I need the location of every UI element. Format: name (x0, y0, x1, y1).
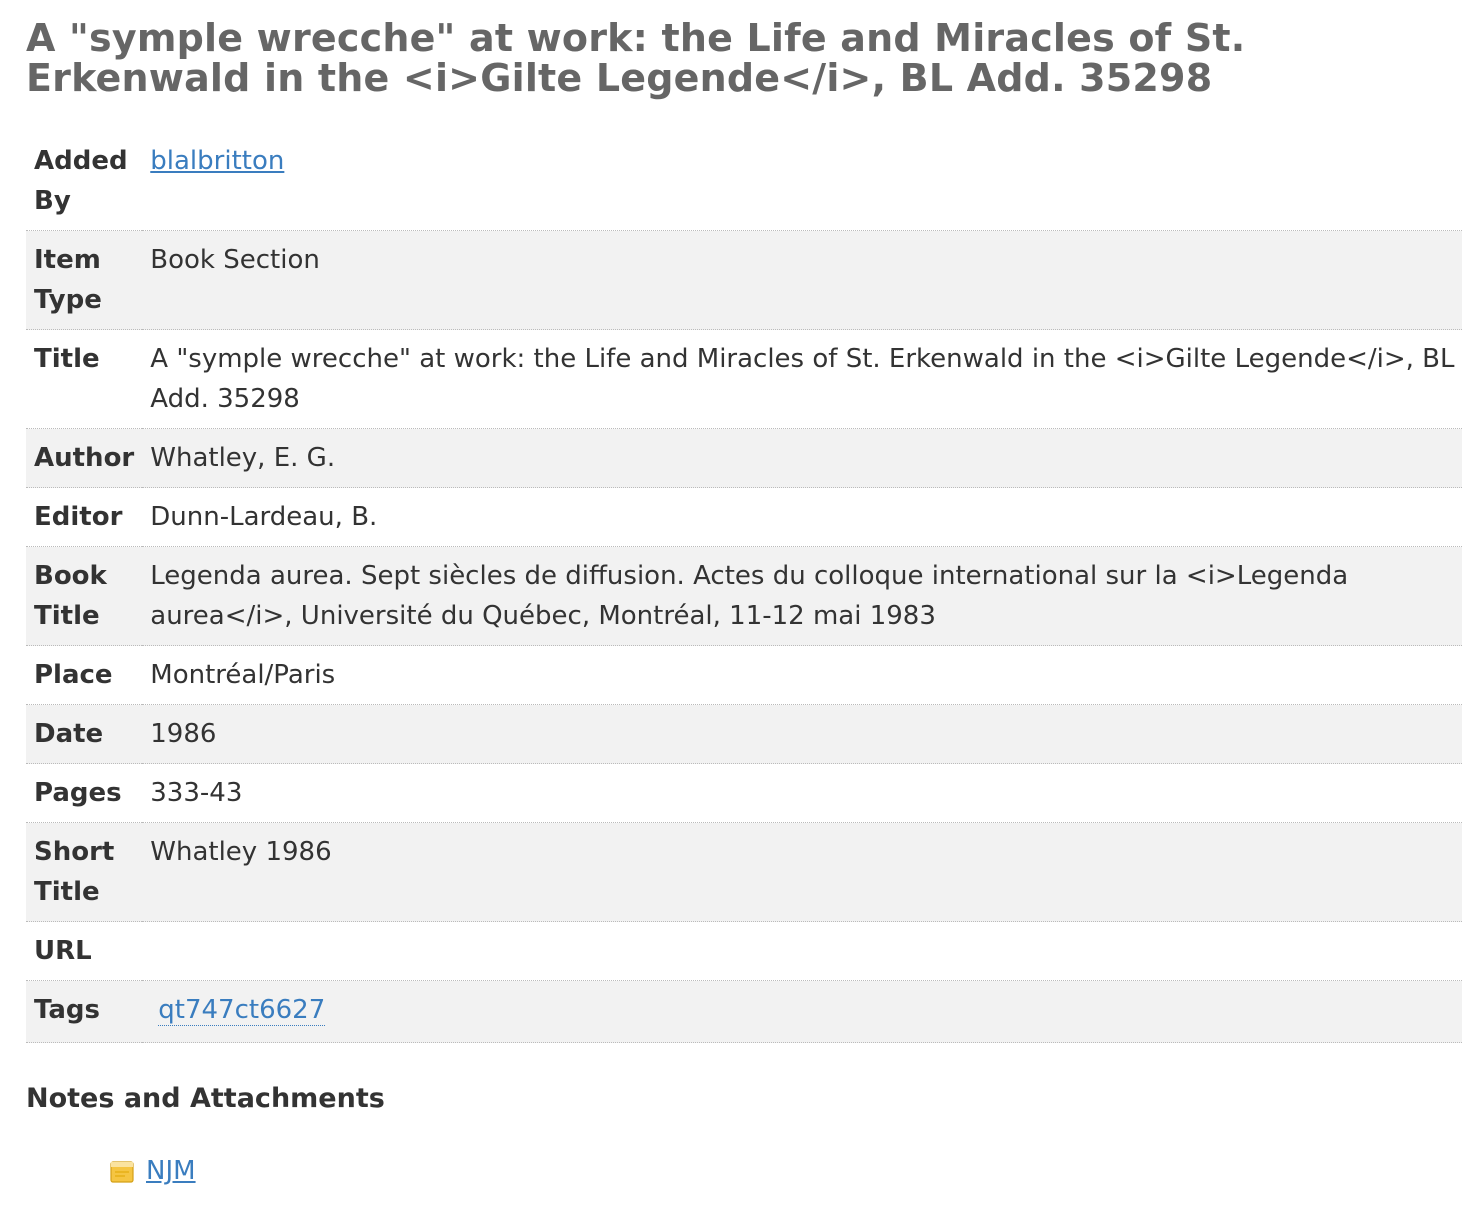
field-row-short-title: Short Title Whatley 1986 (26, 822, 1462, 922)
field-value: A "symple wrecche" at work: the Life and… (150, 344, 1455, 414)
field-label: Item Type (34, 245, 102, 315)
attachments-list: NJM (26, 1156, 1462, 1186)
added-by-user-link[interactable]: blalbritton (150, 146, 284, 176)
field-row-pages: Pages 333-43 (26, 764, 1462, 823)
field-value: Book Section (150, 245, 320, 275)
field-label: Tags (34, 995, 101, 1025)
attachment-link[interactable]: NJM (146, 1156, 196, 1186)
field-row-book-title: Book Title Legenda aurea. Sept siècles d… (26, 546, 1462, 646)
field-label: Date (34, 719, 104, 749)
attachment-item: NJM (110, 1156, 1462, 1186)
field-label: Title (34, 344, 100, 374)
tag-link[interactable]: qt747ct6627 (158, 995, 326, 1026)
field-label: Editor (34, 502, 123, 532)
field-value (142, 922, 1462, 981)
field-label: Place (34, 660, 113, 690)
field-value: Whatley 1986 (150, 837, 332, 867)
field-value: Whatley, E. G. (150, 443, 336, 473)
field-value: Montréal/Paris (150, 660, 336, 690)
field-label: Pages (34, 778, 122, 808)
item-fields-table: Added By blalbritton Item Type Book Sect… (26, 132, 1462, 1043)
notes-heading: Notes and Attachments (26, 1083, 385, 1114)
field-label: Short Title (34, 837, 115, 907)
field-value: blalbritton (142, 132, 1462, 231)
item-page: A "symple wrecche" at work: the Life and… (0, 0, 1462, 1186)
field-row-item-type: Item Type Book Section (26, 230, 1462, 330)
field-label: URL (34, 936, 92, 966)
field-row-added-by: Added By blalbritton (26, 132, 1462, 231)
note-icon (110, 1160, 134, 1183)
field-value: 333-43 (150, 778, 243, 808)
field-row-url: URL (26, 922, 1462, 981)
field-value: Dunn-Lardeau, B. (150, 502, 378, 532)
field-label: Book Title (34, 561, 107, 631)
field-row-date: Date 1986 (26, 704, 1462, 764)
field-row-place: Place Montréal/Paris (26, 646, 1462, 705)
field-value: Legenda aurea. Sept siècles de diffusion… (150, 561, 1349, 631)
page-title: A "symple wrecche" at work: the Life and… (26, 16, 1246, 100)
field-label: Author (34, 443, 135, 473)
field-value: 1986 (150, 719, 217, 749)
field-label: Added By (34, 146, 128, 216)
field-row-author: Author Whatley, E. G. (26, 428, 1462, 488)
field-row-tags: Tags qt747ct6627 (26, 980, 1462, 1043)
field-row-title: Title A "symple wrecche" at work: the Li… (26, 330, 1462, 429)
field-row-editor: Editor Dunn-Lardeau, B. (26, 488, 1462, 547)
field-value: qt747ct6627 (142, 981, 1462, 1043)
